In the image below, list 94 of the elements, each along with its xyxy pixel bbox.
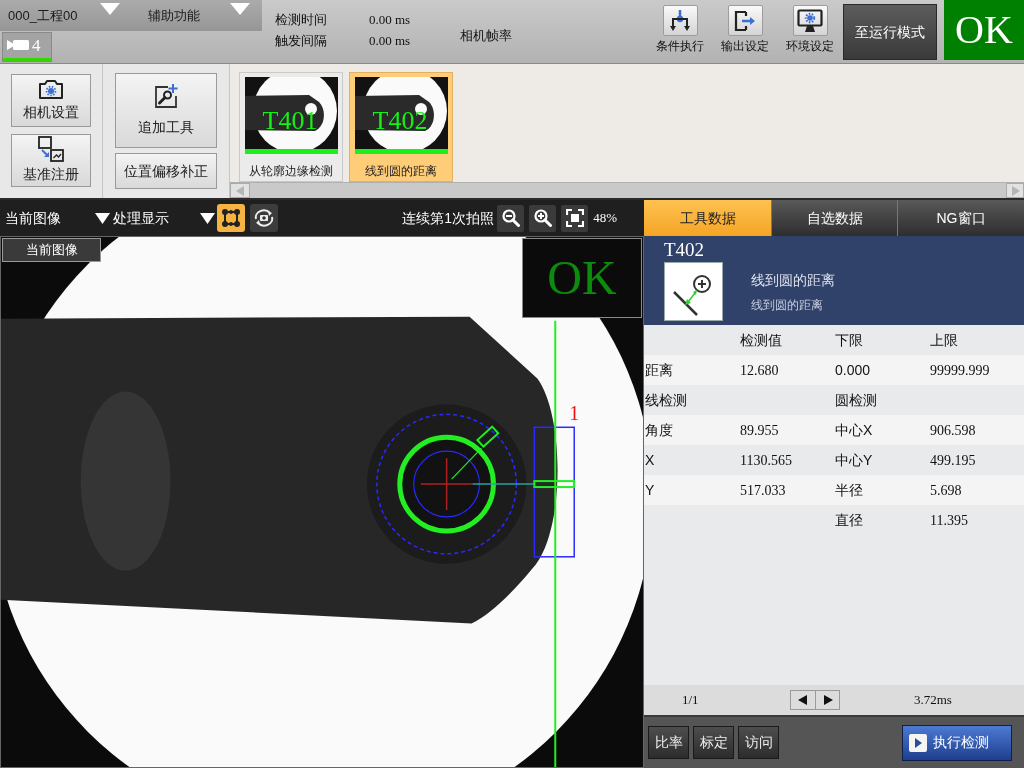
table-cell: 906.598 bbox=[930, 422, 976, 438]
right-triangle-icon bbox=[822, 695, 833, 705]
caret-icon bbox=[230, 3, 250, 15]
condition-button[interactable]: 条件执行 bbox=[649, 5, 711, 61]
ratio-button[interactable]: 比率 bbox=[648, 726, 689, 759]
zoom-level-label: 48% bbox=[593, 209, 617, 228]
table-cell: 距离 bbox=[645, 361, 673, 378]
region-toggle-button[interactable] bbox=[217, 204, 245, 232]
crosshair-icon bbox=[419, 457, 474, 511]
column-header: 上限 bbox=[930, 331, 958, 348]
run-inspection-button[interactable]: 执行检测 bbox=[902, 724, 1012, 761]
region-number-label: 1 bbox=[569, 402, 580, 425]
caret-icon bbox=[95, 212, 110, 224]
status-bar bbox=[3, 58, 51, 61]
tool-id-label: T401 bbox=[262, 107, 318, 135]
right-arrow-icon bbox=[1010, 185, 1020, 196]
tab[interactable]: 自选数据 bbox=[771, 200, 897, 236]
tab[interactable]: NG窗口 bbox=[897, 200, 1024, 236]
table-cell: 中心Y bbox=[835, 451, 873, 468]
edge-marker bbox=[533, 480, 576, 489]
left-triangle-icon bbox=[798, 695, 808, 705]
table-cell: 517.033 bbox=[740, 482, 786, 498]
table-cell: 499.195 bbox=[930, 452, 976, 468]
tool-id-label: T402 bbox=[664, 239, 705, 260]
video-camera-icon bbox=[7, 39, 29, 52]
fit-screen-button[interactable] bbox=[561, 204, 589, 232]
image-source-dropdown[interactable]: 当前图像 bbox=[0, 200, 112, 236]
image-source-tag: 当前图像 bbox=[2, 238, 101, 262]
timing-label: 检测时间 bbox=[275, 11, 328, 28]
display-mode-dropdown[interactable]: 处理显示 bbox=[112, 200, 215, 236]
function-menu-dropdown[interactable]: 辅助功能 bbox=[130, 0, 260, 31]
environment-settings-button[interactable]: 环境设定 bbox=[779, 5, 841, 61]
reference-register-button[interactable]: 基准注册 bbox=[11, 134, 91, 187]
left-arrow-icon bbox=[235, 185, 245, 196]
tool-card[interactable]: T402 线到圆的距离 bbox=[349, 72, 453, 182]
table-cell: 11.395 bbox=[930, 512, 968, 528]
table-cell: 中心X bbox=[835, 421, 873, 438]
camera-toggle-button[interactable] bbox=[250, 204, 278, 232]
zoom-out-button[interactable] bbox=[497, 204, 525, 232]
access-button[interactable]: 访问 bbox=[738, 726, 779, 759]
tool-title: 线到圆的距离 bbox=[751, 271, 835, 289]
table-cell: 半径 bbox=[835, 481, 863, 498]
table-cell: 线检测 bbox=[645, 391, 687, 408]
judgement-overlay: OK bbox=[522, 238, 642, 318]
table-cell: 89.955 bbox=[740, 422, 779, 438]
add-tool-button[interactable]: 追加工具 bbox=[115, 73, 217, 148]
play-icon bbox=[909, 733, 927, 752]
timing-label: 触发间隔 bbox=[275, 32, 328, 49]
elapsed-time-label: 3.72ms bbox=[914, 691, 952, 710]
run-mode-button[interactable]: 至运行模式 bbox=[843, 4, 937, 60]
branch-arrows-icon bbox=[662, 5, 698, 36]
caret-icon bbox=[100, 3, 120, 15]
tool-id-label: T402 bbox=[372, 107, 428, 135]
inner-circle bbox=[413, 450, 481, 518]
zoom-in-icon bbox=[533, 209, 552, 227]
table-cell: 12.680 bbox=[740, 362, 779, 378]
judgement-indicator: OK bbox=[944, 0, 1024, 60]
zoom-out-icon bbox=[501, 209, 520, 227]
table-cell: 角度 bbox=[645, 421, 673, 438]
camera-rotate-icon bbox=[253, 209, 275, 227]
table-cell: 5.698 bbox=[930, 482, 962, 498]
table-cell: 1130.565 bbox=[740, 452, 792, 468]
node-square-icon bbox=[220, 207, 242, 229]
timing-value: 0.00 ms bbox=[369, 32, 412, 49]
wrench-plus-icon bbox=[153, 83, 179, 109]
image-register-icon bbox=[38, 136, 64, 162]
frame-rate-label: 相机帧率 bbox=[460, 28, 512, 43]
monitor-gear-icon bbox=[792, 5, 828, 36]
distance-line bbox=[471, 483, 536, 485]
capture-count-label: 连续第1次拍照 bbox=[402, 208, 495, 228]
tab[interactable]: 工具数据 bbox=[644, 200, 771, 236]
calibration-button[interactable]: 标定 bbox=[693, 726, 734, 759]
project-dropdown[interactable]: 000_工程00 bbox=[0, 0, 130, 31]
table-cell: Y bbox=[645, 481, 655, 498]
table-cell: 99999.999 bbox=[930, 362, 990, 378]
output-settings-button[interactable]: 输出设定 bbox=[714, 5, 776, 61]
camera-settings-button[interactable]: 相机设置 bbox=[11, 74, 91, 127]
zoom-in-button[interactable] bbox=[529, 204, 557, 232]
caret-icon bbox=[200, 212, 215, 224]
table-cell: 直径 bbox=[835, 511, 863, 528]
direction-arrow bbox=[451, 425, 500, 480]
position-offset-button[interactable]: 位置偏移补正 bbox=[115, 153, 217, 189]
column-header: 下限 bbox=[835, 331, 863, 348]
page-count-label: 1/1 bbox=[682, 692, 699, 708]
column-header: 检测值 bbox=[740, 331, 782, 348]
timing-value: 0.00 ms bbox=[369, 11, 412, 28]
table-cell: X bbox=[645, 451, 655, 468]
tool-subtitle: 线到圆的距离 bbox=[751, 298, 823, 312]
table-cell: 0.000 bbox=[835, 361, 871, 378]
tool-card[interactable]: T401 从轮廓边缘检测 bbox=[239, 72, 343, 182]
camera-gear-icon bbox=[38, 78, 64, 100]
table-cell: 圆检测 bbox=[835, 391, 877, 408]
line-circle-distance-icon bbox=[664, 262, 723, 321]
fit-screen-icon bbox=[565, 209, 584, 227]
